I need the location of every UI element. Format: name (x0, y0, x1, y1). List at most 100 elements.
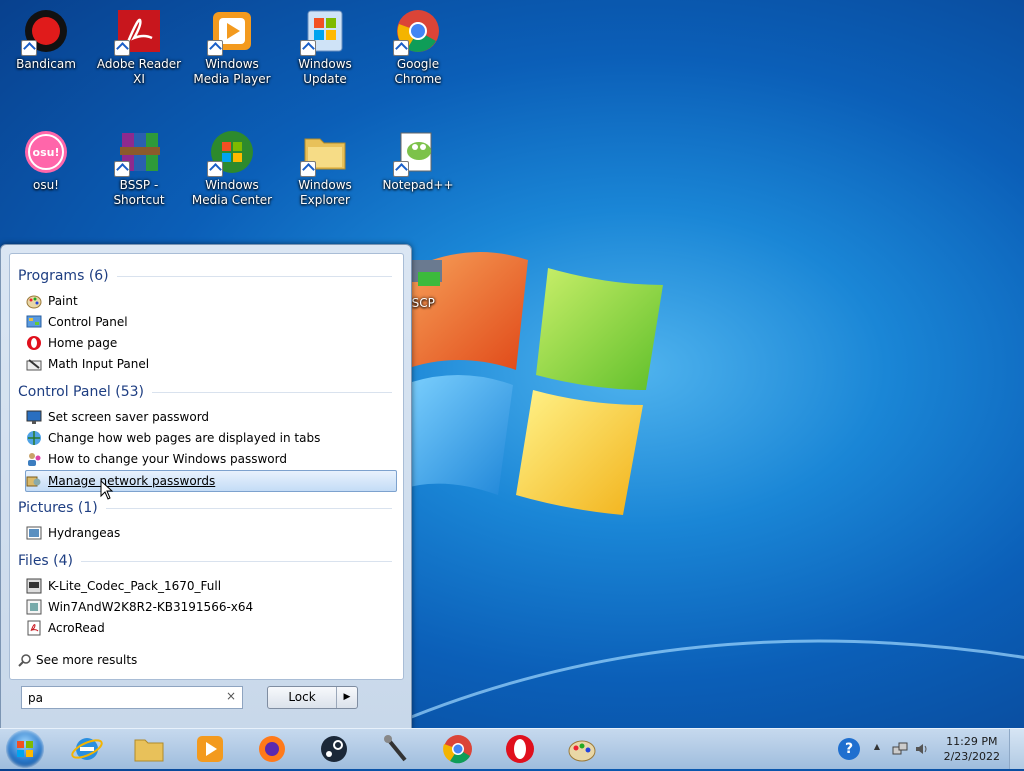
group-title: Control Panel (53) (18, 384, 145, 400)
lock-button-label: Lock (288, 690, 316, 704)
show-desktop-button[interactable] (1009, 729, 1024, 769)
user-accounts-icon (28, 453, 41, 466)
group-header-files[interactable]: Files (4) (18, 553, 392, 569)
taskbar-steam[interactable] (317, 732, 351, 766)
desktop-icon-label: Notepad++ (382, 178, 454, 192)
taskbar-windows-media-player[interactable] (193, 732, 227, 766)
search-results-pane: Programs (6) Paint Control Panel Home pa… (9, 253, 404, 680)
taskbar-microphone-app[interactable] (379, 732, 413, 766)
result-set-screen-saver-password[interactable]: Set screen saver password (26, 407, 396, 427)
taskbar-clock[interactable]: 11:29 PM 2/23/2022 (944, 734, 1000, 764)
result-hydrangeas[interactable]: Hydrangeas (26, 523, 396, 543)
osu-icon: osu! (23, 129, 69, 175)
search-input[interactable] (26, 689, 220, 706)
start-menu: Programs (6) Paint Control Panel Home pa… (0, 244, 412, 730)
help-icon[interactable]: ? (838, 738, 860, 760)
group-title: Programs (6) (18, 268, 109, 284)
desktop-icon-windows-update[interactable]: Windows Update (279, 0, 371, 87)
start-button[interactable] (6, 730, 44, 768)
result-label: Manage network passwords (48, 474, 216, 488)
installer-icon (26, 578, 42, 594)
desktop-icon-adobe-reader[interactable]: Adobe Reader XI (93, 0, 185, 87)
result-acroread[interactable]: AcroRead (26, 618, 396, 638)
internet-options-icon (27, 431, 41, 445)
opera-icon (506, 735, 534, 763)
clock-date: 2/23/2022 (943, 750, 1000, 763)
taskbar: ? ▲ 11:29 PM 2/23/2022 (0, 728, 1024, 769)
mouse-cursor-icon (100, 480, 114, 500)
group-header-control-panel[interactable]: Control Panel (53) (18, 384, 392, 400)
group-title: Pictures (1) (18, 500, 98, 516)
divider (152, 391, 392, 393)
taskbar-opera[interactable] (503, 732, 537, 766)
desktop-icon-label: BSSP - Shortcut (113, 178, 165, 207)
desktop-icon-bandicam[interactable]: Bandicam (0, 0, 92, 72)
windows-media-player-icon (207, 8, 255, 56)
desktop-icon-winscp[interactable]: nSCP (404, 246, 464, 311)
group-title: Files (4) (18, 553, 74, 569)
folder-icon (134, 739, 164, 762)
result-k-lite-codec-pack[interactable]: K-Lite_Codec_Pack_1670_Full (26, 576, 396, 596)
credential-manager-icon (26, 476, 41, 487)
desktop-icon-windows-explorer[interactable]: Windows Explorer (279, 121, 371, 208)
windows-media-player-icon (197, 736, 223, 762)
see-more-results-link[interactable]: See more results (18, 653, 137, 667)
start-search-field[interactable]: × (21, 686, 243, 709)
desktop-icon-bssp-shortcut[interactable]: BSSP - Shortcut (93, 121, 185, 208)
result-manage-network-passwords[interactable]: Manage network passwords (25, 470, 397, 492)
result-win7andw2k8r2-update[interactable]: Win7AndW2K8R2-KB3191566-x64 (26, 597, 396, 617)
result-label: Paint (48, 294, 78, 308)
windows-flag-icon (17, 741, 33, 757)
desktop-icon-osu[interactable]: osu! osu! (0, 121, 92, 193)
group-header-pictures[interactable]: Pictures (1) (18, 500, 392, 516)
desktop-icon-label: Bandicam (16, 57, 76, 71)
shortcut-arrow-icon (114, 40, 130, 56)
desktop-icon-label: nSCP (404, 296, 435, 310)
taskbar-google-chrome[interactable] (441, 732, 475, 766)
microphone-icon (384, 735, 407, 762)
result-control-panel[interactable]: Control Panel (26, 312, 396, 332)
result-label: Math Input Panel (48, 357, 150, 371)
lock-button[interactable]: Lock ▶ (267, 686, 358, 709)
result-label: Change how web pages are displayed in ta… (48, 431, 321, 445)
desktop-icon-google-chrome[interactable]: Google Chrome (372, 0, 464, 87)
network-icon[interactable] (892, 741, 908, 757)
desktop-icon-label: Windows Explorer (298, 178, 352, 207)
shortcut-arrow-icon (393, 161, 409, 177)
result-home-page[interactable]: Home page (26, 333, 396, 353)
taskbar-internet-explorer[interactable] (70, 732, 104, 766)
shortcut-arrow-icon (21, 40, 37, 56)
clear-search-icon[interactable]: × (226, 689, 236, 703)
notepad-plus-plus-icon (393, 129, 441, 177)
internet-explorer-icon (71, 738, 103, 760)
desktop-icon-label: Windows Update (298, 57, 352, 86)
result-change-web-page-tabs[interactable]: Change how web pages are displayed in ta… (26, 428, 396, 448)
group-header-programs[interactable]: Programs (6) (18, 268, 392, 284)
taskbar-firefox[interactable] (255, 732, 289, 766)
wallpaper-swoosh (380, 639, 1024, 732)
firefox-icon (259, 736, 285, 762)
chrome-icon (443, 735, 472, 764)
result-change-windows-password[interactable]: How to change your Windows password (26, 449, 396, 469)
osu-logo-text: osu! (33, 146, 60, 159)
math-input-panel-icon (26, 359, 42, 371)
desktop-icon-windows-media-center[interactable]: Windows Media Center (186, 121, 278, 208)
volume-icon[interactable] (914, 741, 930, 757)
update-package-icon (26, 599, 42, 615)
result-label: Home page (48, 336, 118, 350)
result-math-input-panel[interactable]: Math Input Panel (26, 354, 396, 374)
windows-media-center-icon (207, 129, 255, 177)
result-paint[interactable]: Paint (26, 291, 396, 311)
shutdown-options-arrow-button[interactable]: ▶ (336, 687, 357, 708)
taskbar-windows-explorer[interactable] (132, 732, 166, 766)
result-label: Hydrangeas (48, 526, 121, 540)
taskbar-paint[interactable] (565, 732, 599, 766)
see-more-label: See more results (36, 653, 138, 667)
winrar-icon (114, 129, 162, 177)
desktop-icon-windows-media-player[interactable]: Windows Media Player (186, 0, 278, 87)
desktop-icon-notepad-plus-plus[interactable]: Notepad++ (372, 121, 464, 193)
result-label: AcroRead (48, 621, 105, 635)
bandicam-icon (21, 8, 69, 56)
windows-update-icon (300, 8, 348, 56)
show-hidden-icons-arrow[interactable]: ▲ (874, 742, 880, 751)
